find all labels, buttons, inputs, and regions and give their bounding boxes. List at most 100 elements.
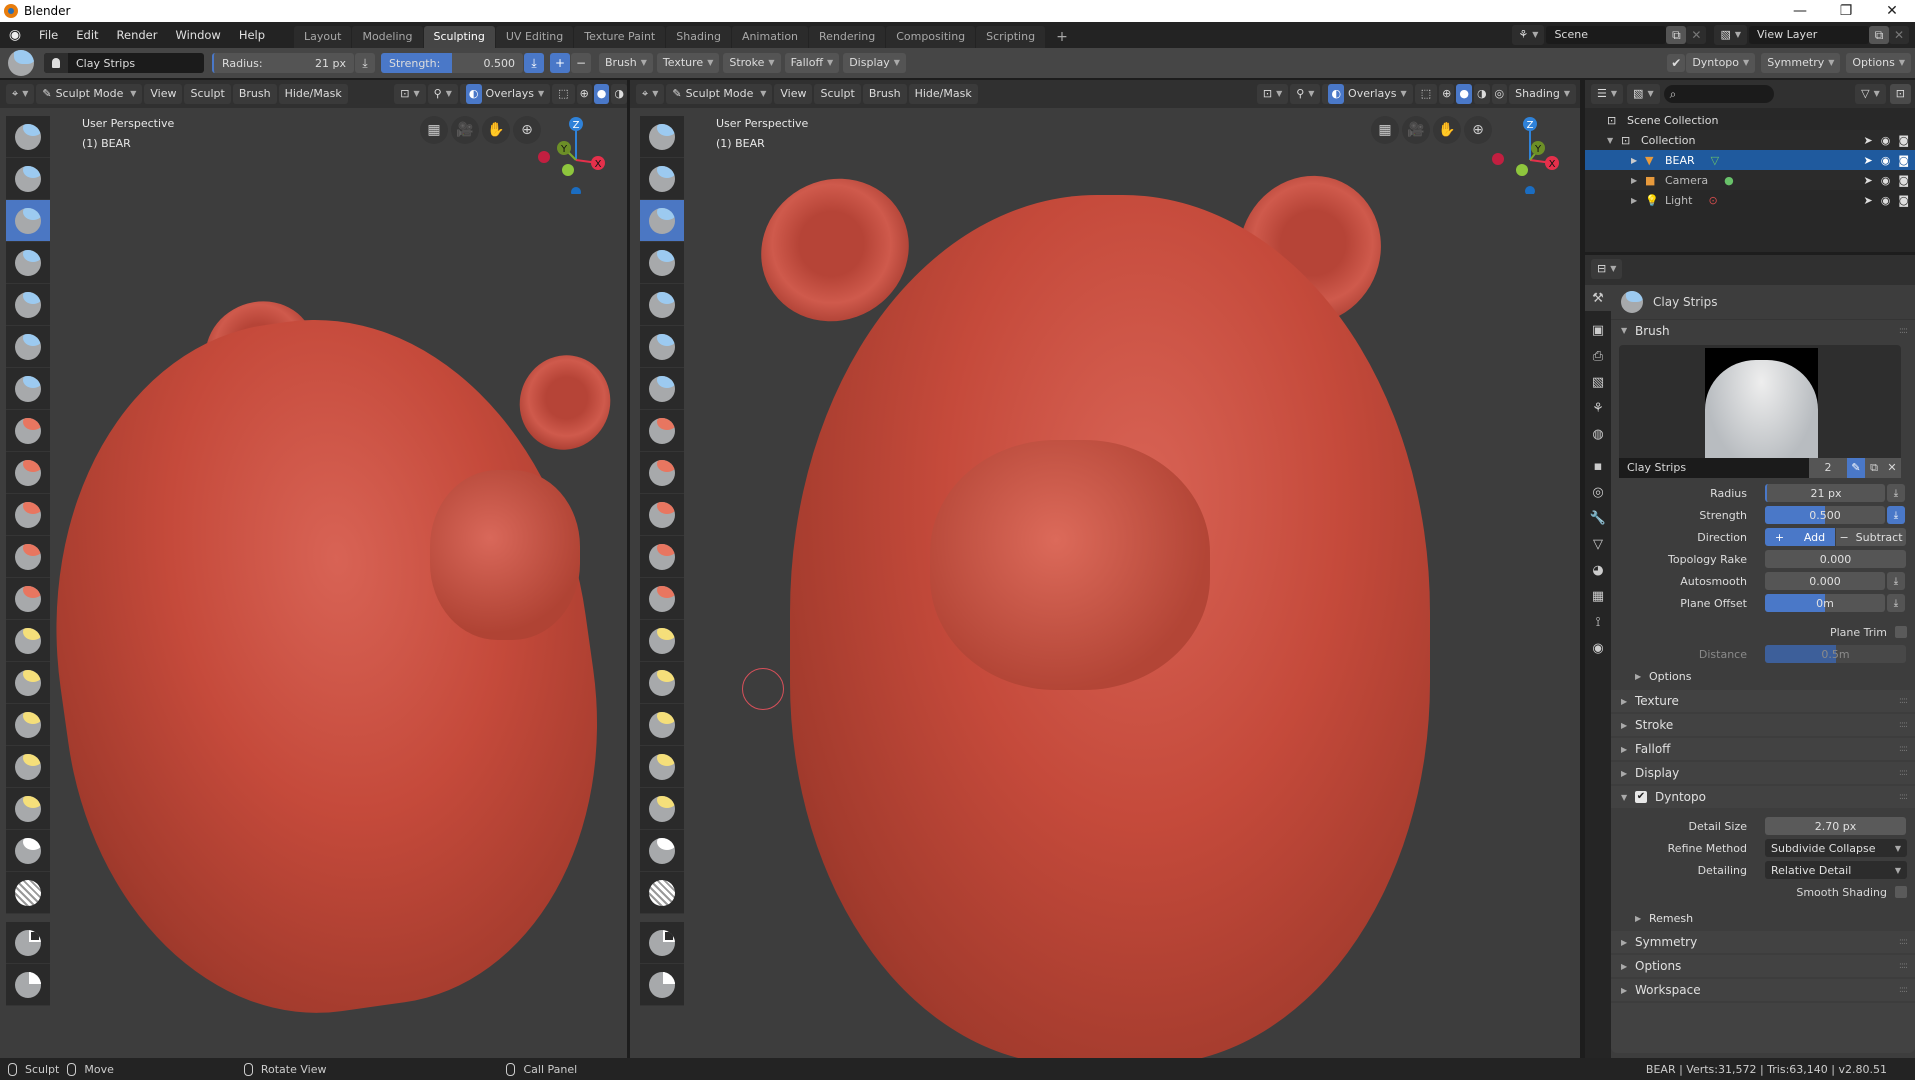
tool-snake-hook[interactable]: [6, 662, 50, 704]
tool-draw-sharp[interactable]: [640, 158, 684, 200]
tool-simplify[interactable]: [6, 872, 50, 914]
eye-icon[interactable]: ◉: [1881, 194, 1891, 207]
new-scene-button[interactable]: ⧉: [1666, 26, 1687, 44]
visibility-selector[interactable]: ⊡ ▼: [1256, 84, 1289, 104]
tab-world-icon[interactable]: ◍: [1585, 421, 1611, 447]
gizmo-toggle[interactable]: ⚲ ▼: [427, 84, 458, 104]
visibility-selector[interactable]: ⊡ ▼: [394, 84, 426, 104]
tool-layer[interactable]: [6, 242, 50, 284]
tool-fill[interactable]: [6, 494, 50, 536]
tab-modifiers-icon[interactable]: ◎: [1585, 479, 1611, 505]
tool-elastic[interactable]: [6, 830, 50, 872]
axis-gizmo[interactable]: Z Y X: [530, 114, 610, 194]
tool-nudge[interactable]: [6, 746, 50, 788]
panel-texture-header[interactable]: ▶ Texture::::: [1611, 690, 1915, 712]
shading-material-button[interactable]: ◑: [611, 84, 627, 104]
tab-animation[interactable]: Animation: [731, 26, 809, 48]
tab-shading[interactable]: Shading: [666, 26, 731, 48]
pan-hand-icon[interactable]: ✋: [482, 116, 510, 144]
tab-scene-icon[interactable]: ⚘: [1585, 395, 1611, 421]
panel-symmetry-header[interactable]: ▶ Symmetry::::: [1611, 931, 1915, 953]
tool-box-hide[interactable]: [640, 964, 684, 1006]
tool-box-mask[interactable]: [640, 922, 684, 964]
menu-hide-mask[interactable]: Hide/Mask: [278, 84, 348, 104]
axis-gizmo[interactable]: Z Y X: [1488, 114, 1568, 194]
menu-render[interactable]: Render: [108, 28, 167, 42]
tab-physics-icon[interactable]: ◉: [1585, 635, 1611, 661]
scene-selector-button[interactable]: ⚘ ▼: [1512, 25, 1545, 45]
eye-icon[interactable]: ◉: [1881, 174, 1891, 187]
options-dropdown[interactable]: Options ▼: [1846, 53, 1911, 73]
outliner-item-light[interactable]: ▶ 💡 Light ⊙ ➤ ◉ ◙: [1585, 190, 1915, 210]
new-view-layer-button[interactable]: ⧉: [1869, 26, 1889, 44]
outliner-search-input[interactable]: ⌕: [1663, 85, 1774, 103]
mode-selector[interactable]: ✎ Sculpt Mode ▼: [666, 84, 773, 104]
tool-crease[interactable]: [6, 368, 50, 410]
brush-datablock-name-field[interactable]: Clay Strips: [1619, 458, 1809, 478]
tool-box-hide[interactable]: [6, 964, 50, 1006]
shading-solid-button[interactable]: ●: [1456, 84, 1472, 104]
radius-field[interactable]: 21 px: [1765, 484, 1885, 502]
direction-add-button[interactable]: +: [550, 53, 570, 73]
shading-wireframe-button[interactable]: ⊕: [576, 84, 592, 104]
tool-pinch[interactable]: [6, 578, 50, 620]
minimize-button[interactable]: —: [1777, 0, 1823, 22]
dyntopo-checkbox[interactable]: ✔: [1635, 791, 1647, 803]
outliner-editor-type-button[interactable]: ☰ ▼: [1591, 84, 1624, 104]
outliner-item-bear[interactable]: ▶ ▼ BEAR ▽ ➤ ◉ ◙: [1585, 150, 1915, 170]
gizmo-neg-y[interactable]: [562, 164, 574, 176]
tool-flatten[interactable]: [640, 452, 684, 494]
expand-arrow-icon[interactable]: ▶: [1631, 196, 1645, 205]
view-layer-name-field[interactable]: View Layer: [1749, 26, 1869, 44]
drag-grip-icon[interactable]: ::::: [1899, 720, 1908, 730]
xray-toggle[interactable]: ⬚: [1414, 84, 1438, 104]
smooth-shading-checkbox[interactable]: [1895, 886, 1907, 898]
plane-trim-checkbox[interactable]: [1895, 626, 1907, 638]
distance-field[interactable]: 0.5m: [1765, 645, 1906, 663]
select-arrow-icon[interactable]: ➤: [1863, 174, 1872, 187]
tool-clay-strips[interactable]: [640, 200, 684, 242]
drag-grip-icon[interactable]: ::::: [1899, 744, 1908, 754]
expand-arrow-icon[interactable]: ▼: [1607, 136, 1621, 145]
display-dropdown[interactable]: Display ▼: [843, 53, 906, 73]
brush-dropdown[interactable]: Brush ▼: [599, 53, 653, 73]
menu-file[interactable]: File: [30, 28, 67, 42]
tool-grab[interactable]: [640, 620, 684, 662]
delete-view-layer-button[interactable]: ✕: [1889, 26, 1909, 44]
tool-box-mask[interactable]: [6, 922, 50, 964]
autosmooth-field[interactable]: 0.000: [1765, 572, 1885, 590]
drag-grip-icon[interactable]: ::::: [1899, 961, 1908, 971]
drag-grip-icon[interactable]: ::::: [1899, 792, 1908, 802]
tab-wrench-icon[interactable]: 🔧: [1585, 505, 1611, 531]
stroke-dropdown[interactable]: Stroke ▼: [723, 53, 781, 73]
shading-rendered-button[interactable]: ◎: [1491, 84, 1508, 104]
gizmo-toggle[interactable]: ⚲ ▼: [1290, 84, 1321, 104]
outliner-item-camera[interactable]: ▶ ■ Camera ● ➤ ◉ ◙: [1585, 170, 1915, 190]
tool-smooth[interactable]: [6, 410, 50, 452]
drag-grip-icon[interactable]: ::::: [1899, 326, 1908, 336]
unlink-brush-button[interactable]: ✕: [1883, 458, 1901, 478]
eye-icon[interactable]: ◉: [1881, 134, 1891, 147]
select-arrow-icon[interactable]: ➤: [1863, 154, 1872, 167]
menu-window[interactable]: Window: [166, 28, 229, 42]
tool-thumb[interactable]: [6, 704, 50, 746]
drag-grip-icon[interactable]: ::::: [1899, 937, 1908, 947]
shading-solid-button[interactable]: ●: [593, 84, 610, 104]
menu-sculpt[interactable]: Sculpt: [814, 84, 861, 104]
camera-render-icon[interactable]: ◙: [1898, 174, 1909, 187]
tab-mesh-data-icon[interactable]: ▽: [1585, 531, 1611, 557]
shading-material-button[interactable]: ◑: [1473, 84, 1490, 104]
gizmo-neg-z[interactable]: [571, 187, 581, 194]
tab-uv-editing[interactable]: UV Editing: [495, 26, 574, 48]
camera-view-icon[interactable]: 🎥: [1402, 116, 1430, 144]
gizmo-neg-y[interactable]: [1516, 164, 1528, 176]
select-arrow-icon[interactable]: ➤: [1863, 134, 1872, 147]
camera-render-icon[interactable]: ◙: [1898, 154, 1909, 167]
tool-blob[interactable]: [6, 326, 50, 368]
tool-layer[interactable]: [640, 242, 684, 284]
blender-menu-icon[interactable]: ◉: [0, 27, 30, 43]
editor-type-button[interactable]: ⌖ ▼: [636, 84, 665, 104]
menu-sculpt[interactable]: Sculpt: [184, 84, 231, 104]
close-button[interactable]: ✕: [1869, 0, 1915, 22]
subpanel-remesh-header[interactable]: ▶ Remesh: [1611, 907, 1915, 929]
